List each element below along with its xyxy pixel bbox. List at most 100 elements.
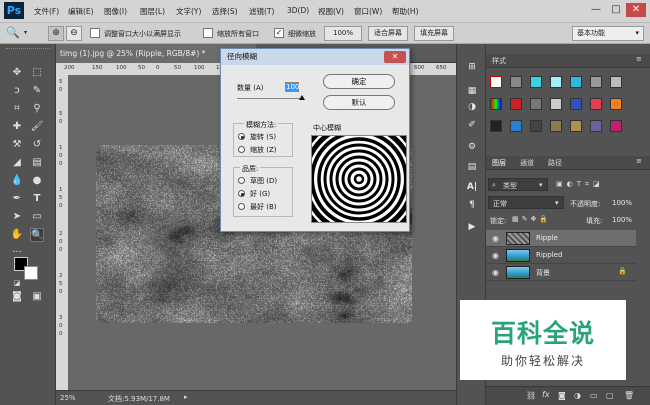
new-layer-icon[interactable]: ▢ — [606, 391, 614, 400]
panel-menu-icon[interactable]: ≡ — [636, 55, 642, 63]
menu-layer[interactable]: 图层(L) — [140, 6, 165, 17]
style-swatch[interactable] — [590, 76, 602, 88]
style-swatch[interactable] — [530, 120, 542, 132]
amount-input[interactable]: 100 — [285, 82, 299, 92]
style-swatch[interactable] — [550, 120, 562, 132]
quick-select-tool-icon[interactable]: ✎ — [30, 84, 44, 98]
fill-value[interactable]: 100% — [612, 216, 632, 224]
zoom-tool-icon[interactable]: 🔍 — [30, 228, 44, 242]
type-tool-icon[interactable]: T — [30, 192, 44, 206]
style-swatch[interactable] — [490, 120, 502, 132]
zoom-in-button[interactable]: ⊕ — [48, 26, 64, 41]
layer-row-background[interactable]: ◉ 背景 🔒 — [486, 264, 636, 281]
marquee-tool-icon[interactable]: ⬚ — [30, 66, 44, 80]
style-swatch[interactable] — [590, 120, 602, 132]
pen-tool-icon[interactable]: ✒ — [10, 192, 24, 206]
properties-panel-icon[interactable]: ▦ — [464, 84, 480, 98]
adjustments-panel-icon[interactable]: ◑ — [464, 100, 480, 114]
layer-filter-select[interactable]: ⌕ 类型 ▾ — [488, 178, 548, 191]
amount-slider-handle[interactable] — [299, 95, 305, 100]
lasso-tool-icon[interactable]: ↄ — [10, 84, 24, 98]
style-swatch[interactable] — [510, 120, 522, 132]
fx-icon[interactable]: fx — [542, 390, 550, 399]
style-swatch[interactable] — [610, 76, 622, 88]
menu-file[interactable]: 文件(F) — [34, 6, 59, 17]
background-color-swatch[interactable] — [24, 266, 38, 280]
healing-brush-tool-icon[interactable]: ✚ — [10, 120, 24, 134]
move-tool-icon[interactable]: ✥ — [10, 66, 24, 80]
style-swatch[interactable] — [570, 120, 582, 132]
tab-channels[interactable]: 通道 — [520, 158, 534, 168]
menu-edit[interactable]: 编辑(E) — [68, 6, 94, 17]
style-swatch[interactable] — [610, 98, 622, 110]
eye-icon[interactable]: ◉ — [492, 268, 499, 277]
zoom-tool-icon[interactable]: 🔍 — [6, 26, 20, 39]
amount-slider-track[interactable] — [237, 98, 303, 99]
style-swatch[interactable] — [510, 76, 522, 88]
tab-layers[interactable]: 图层 — [492, 158, 506, 168]
resize-windows-checkbox[interactable] — [90, 28, 100, 38]
layer-comps-icon[interactable]: ▤ — [464, 160, 480, 174]
blend-mode-select[interactable]: 正常 ▾ — [488, 196, 564, 209]
blur-tool-icon[interactable]: 💧 — [10, 174, 24, 188]
fill-screen-button[interactable]: 填充屏幕 — [414, 26, 454, 41]
style-swatch[interactable] — [550, 76, 562, 88]
menu-3d[interactable]: 3D(D) — [287, 6, 309, 15]
style-swatch-none[interactable] — [490, 76, 502, 88]
toolbar-grip[interactable] — [6, 48, 50, 52]
menu-filter[interactable]: 滤镜(T) — [249, 6, 274, 17]
layer-filter-icons[interactable]: ▣◐T⌗◪ — [556, 180, 604, 189]
hand-tool-icon[interactable]: ✋ — [10, 228, 24, 242]
status-menu-icon[interactable]: ▸ — [184, 393, 188, 401]
crop-tool-icon[interactable]: ⌗ — [10, 102, 24, 116]
brush-tool-icon[interactable]: 🖌 — [30, 120, 44, 134]
zoom-level[interactable]: 25% — [60, 394, 76, 402]
gradient-tool-icon[interactable]: ▤ — [30, 156, 44, 170]
opacity-value[interactable]: 100% — [612, 199, 632, 207]
scrubby-zoom-checkbox[interactable]: ✓ — [274, 28, 284, 38]
dialog-close-button[interactable]: ✕ — [384, 51, 406, 63]
style-swatch[interactable] — [530, 76, 542, 88]
play-action-icon[interactable]: ▶ — [464, 220, 480, 234]
brush-panel-icon[interactable]: ✐ — [464, 118, 480, 132]
menu-type[interactable]: 文字(Y) — [176, 6, 201, 17]
panel-menu-icon[interactable]: ≡ — [636, 157, 642, 165]
maximize-icon[interactable]: □ — [606, 3, 626, 17]
style-swatch[interactable] — [590, 98, 602, 110]
ok-button[interactable]: 确定 — [323, 74, 395, 89]
tool-preset-dropdown-icon[interactable]: ▾ — [24, 29, 27, 36]
menu-image[interactable]: 图像(I) — [104, 6, 127, 17]
dodge-tool-icon[interactable]: ● — [30, 174, 44, 188]
method-zoom-radio[interactable] — [238, 146, 245, 153]
style-swatch[interactable] — [510, 98, 522, 110]
style-swatch[interactable] — [610, 120, 622, 132]
history-panel-icon[interactable]: ⊞ — [464, 60, 480, 74]
style-swatch[interactable] — [550, 98, 562, 110]
reset-button[interactable]: 默认 — [323, 95, 395, 110]
eye-icon[interactable]: ◉ — [492, 234, 499, 243]
method-spin-radio[interactable] — [238, 133, 245, 140]
add-mask-icon[interactable]: ◙ — [558, 391, 566, 400]
quality-draft-radio[interactable] — [238, 177, 245, 184]
fit-screen-button[interactable]: 适合屏幕 — [368, 26, 408, 41]
zoom-out-button[interactable]: ⊖ — [66, 26, 82, 41]
menu-help[interactable]: 帮助(H) — [392, 6, 419, 17]
clone-stamp-tool-icon[interactable]: ⚒ — [10, 138, 24, 152]
menu-view[interactable]: 视图(V) — [318, 6, 344, 17]
link-layers-icon[interactable]: ⛓ — [526, 391, 536, 400]
menu-select[interactable]: 选择(S) — [212, 6, 238, 17]
character-panel-icon[interactable]: A| — [464, 180, 480, 194]
eraser-tool-icon[interactable]: ◢ — [10, 156, 24, 170]
path-selection-tool-icon[interactable]: ➤ — [10, 210, 24, 224]
quick-mask-icon[interactable]: ◙ — [10, 290, 24, 304]
rectangle-tool-icon[interactable]: ▭ — [30, 210, 44, 224]
paragraph-panel-icon[interactable]: ¶ — [464, 198, 480, 212]
close-icon[interactable]: ✕ — [626, 3, 646, 17]
eye-icon[interactable]: ◉ — [492, 251, 499, 260]
blur-center-preview[interactable] — [294, 114, 424, 244]
style-swatch[interactable] — [490, 98, 502, 110]
layer-row-rippled[interactable]: ◉ Rippled — [486, 247, 636, 264]
clone-source-icon[interactable]: ⚙ — [464, 140, 480, 154]
new-group-icon[interactable]: ▭ — [590, 391, 598, 400]
lock-icons[interactable]: ▦✎✥🔒 — [512, 215, 551, 223]
